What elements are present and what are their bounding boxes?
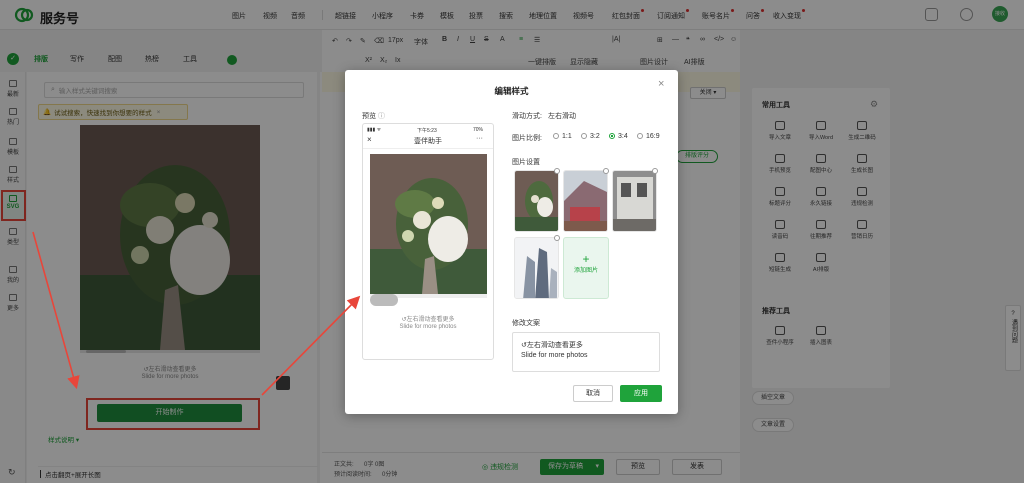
annotation-arrow-left <box>32 231 80 390</box>
annotation-arrow-right <box>261 295 361 396</box>
annotation-arrows <box>32 231 361 396</box>
